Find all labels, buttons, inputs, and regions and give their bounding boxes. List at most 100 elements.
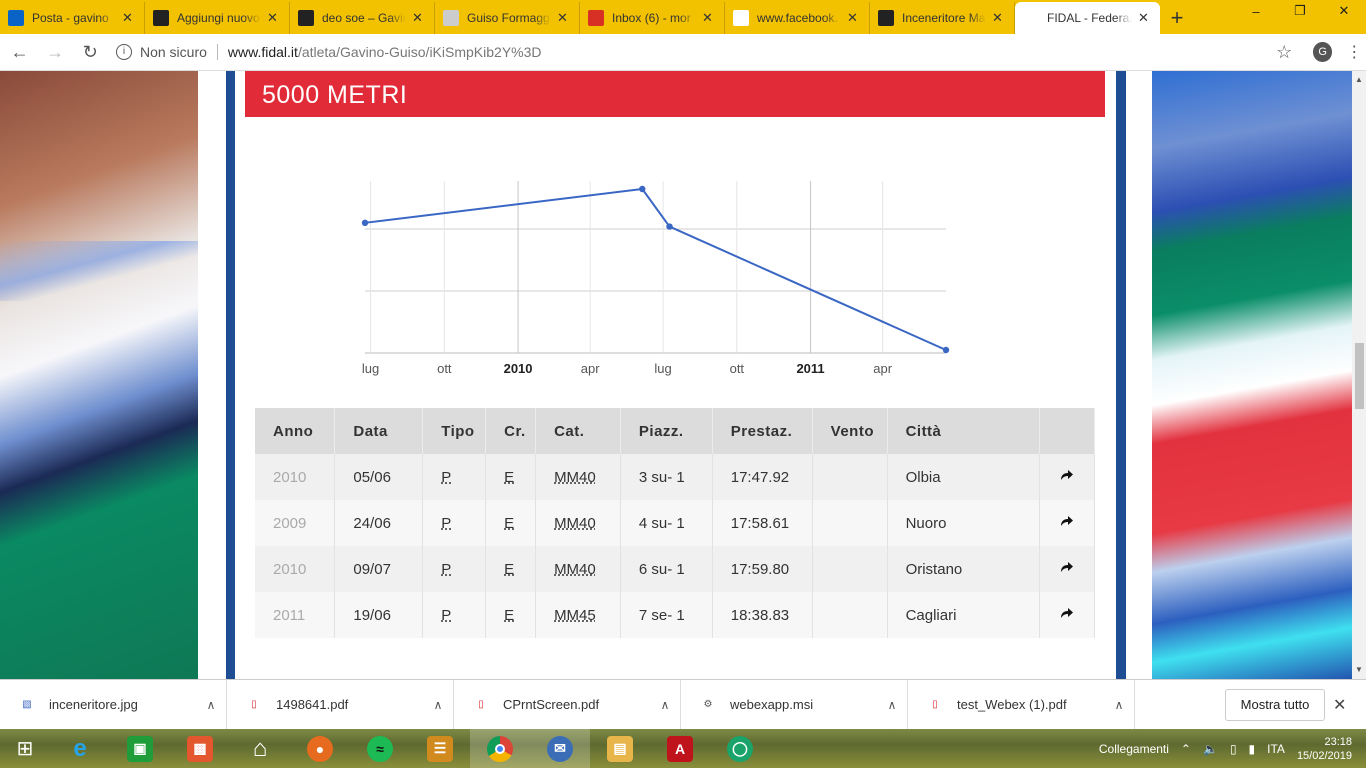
chevron-up-icon[interactable]: ∧ <box>877 698 907 712</box>
cell-tipo[interactable]: P <box>422 592 487 638</box>
cell-cat[interactable]: MM40 <box>535 454 621 500</box>
restore-icon[interactable]: ❐ <box>1278 0 1322 22</box>
cell-cat[interactable]: MM40 <box>535 546 621 592</box>
x-tick-label: ott <box>437 361 452 376</box>
close-downloads-icon[interactable]: ✕ <box>1333 695 1346 715</box>
data-point <box>639 185 646 193</box>
spotify-icon[interactable]: ≈ <box>350 729 410 768</box>
page-scrollbar[interactable]: ▲ ▼ <box>1352 71 1366 679</box>
download-item[interactable]: ▯ 1498641.pdf ∧ <box>227 679 454 730</box>
network-icon[interactable]: ▮ <box>1249 742 1256 756</box>
notes-icon[interactable]: ☰ <box>410 729 470 768</box>
address-path: /atleta/Gavino-Guiso/iKiSmpKib2Y%3D <box>297 44 542 60</box>
column-header: Città <box>887 408 1041 454</box>
browser-tab[interactable]: www.facebook. ✕ <box>725 2 870 34</box>
cell-cat[interactable]: MM45 <box>535 592 621 638</box>
tab-close-icon[interactable]: ✕ <box>1138 10 1152 26</box>
page-icon <box>733 10 749 26</box>
share-arrow-icon[interactable] <box>1039 500 1095 546</box>
tab-close-icon[interactable]: ✕ <box>122 10 136 26</box>
minimize-icon[interactable]: – <box>1234 0 1278 22</box>
reload-icon[interactable]: ↻ <box>75 36 106 68</box>
share-arrow-icon[interactable] <box>1039 592 1095 638</box>
scroll-up-icon[interactable]: ▲ <box>1355 75 1363 84</box>
cell-data: 09/07 <box>334 546 424 592</box>
cell-cr[interactable]: E <box>485 500 537 546</box>
cell-piazz: 3 su- 1 <box>620 454 713 500</box>
language-indicator[interactable]: ITA <box>1267 742 1285 756</box>
photos-icon[interactable]: ▩ <box>170 729 230 768</box>
cell-cr[interactable]: E <box>485 454 537 500</box>
chevron-up-icon[interactable]: ∧ <box>196 698 226 712</box>
wordpress-icon <box>298 10 314 26</box>
tab-title: Inceneritore Ma <box>902 11 986 25</box>
tab-close-icon[interactable]: ✕ <box>412 10 426 26</box>
acrobat-icon[interactable]: A <box>650 729 710 768</box>
chevron-up-icon[interactable]: ∧ <box>650 698 680 712</box>
share-arrow-icon[interactable] <box>1039 546 1095 592</box>
browser-menu-icon[interactable]: ⋮ <box>1342 42 1366 62</box>
close-window-icon[interactable]: ✕ <box>1322 0 1366 22</box>
performance-chart: lug ott 2010 apr lug ott 2011 apr <box>361 181 950 376</box>
cell-prestaz: 17:47.92 <box>712 454 813 500</box>
download-filename: webexapp.msi <box>730 697 814 712</box>
cell-cr[interactable]: E <box>485 592 537 638</box>
scrollbar-thumb[interactable] <box>1355 343 1364 409</box>
column-header: Anno <box>255 408 336 454</box>
home-icon[interactable]: ⌂ <box>230 729 290 768</box>
cell-tipo[interactable]: P <box>422 454 487 500</box>
cell-cr[interactable]: E <box>485 546 537 592</box>
image-file-icon: ▧ <box>22 699 32 710</box>
browser-tab[interactable]: Inceneritore Ma ✕ <box>870 2 1015 34</box>
browser-tab[interactable]: Guiso Formagg ✕ <box>435 2 580 34</box>
cell-cat[interactable]: MM40 <box>535 500 621 546</box>
download-filename: 1498641.pdf <box>276 697 349 712</box>
tray-label[interactable]: Collegamenti <box>1099 742 1169 756</box>
download-item[interactable]: ⚙ webexapp.msi ∧ <box>681 679 908 730</box>
windows-start-icon[interactable]: ⊞ <box>0 729 50 768</box>
chevron-up-icon[interactable]: ∧ <box>423 698 453 712</box>
ie-icon[interactable]: e <box>50 729 110 768</box>
file-explorer-icon[interactable]: ▤ <box>590 729 650 768</box>
cell-citta: Oristano <box>887 546 1041 592</box>
tab-close-icon[interactable]: ✕ <box>992 10 1006 26</box>
forward-icon[interactable]: → <box>39 36 70 68</box>
tab-close-icon[interactable]: ✕ <box>847 10 861 26</box>
share-arrow-icon[interactable] <box>1039 454 1095 500</box>
address-bar[interactable]: i Non sicuro www.fidal.it/atleta/Gavino-… <box>115 37 1270 67</box>
back-icon[interactable]: ← <box>4 36 35 68</box>
browser-tab[interactable]: Posta - gavino ✕ <box>0 2 145 34</box>
new-tab-icon[interactable]: + <box>1160 2 1194 34</box>
download-item[interactable]: ▯ CPrntScreen.pdf ∧ <box>454 679 681 730</box>
battery-icon[interactable]: ▯ <box>1230 742 1237 756</box>
table-row: 2010 05/06 P E MM40 3 su- 1 17:47.92 Olbia <box>255 454 1095 500</box>
tab-title: FIDAL - Federaz <box>1047 11 1132 25</box>
cell-tipo[interactable]: P <box>422 546 487 592</box>
browser-tab[interactable]: deo soe – Gavin ✕ <box>290 2 435 34</box>
download-item[interactable]: ▧ inceneritore.jpg ∧ <box>0 679 227 730</box>
browser-tab[interactable]: Aggiungi nuovo ✕ <box>145 2 290 34</box>
clock[interactable]: 23:18 15/02/2019 <box>1297 735 1352 763</box>
browser-tab[interactable]: Inbox (6) - mor ✕ <box>580 2 725 34</box>
volume-icon[interactable]: 🔈 <box>1203 742 1218 756</box>
x-tick-label: apr <box>873 361 892 376</box>
tab-close-icon[interactable]: ✕ <box>267 10 281 26</box>
tab-close-icon[interactable]: ✕ <box>702 10 716 26</box>
tab-close-icon[interactable]: ✕ <box>557 10 571 26</box>
profile-avatar[interactable]: G <box>1312 42 1333 62</box>
chrome-icon[interactable] <box>470 729 530 768</box>
column-header: Data <box>334 408 424 454</box>
tray-chevron-icon[interactable]: ⌃ <box>1181 742 1191 756</box>
bookmark-star-icon[interactable]: ☆ <box>1270 42 1299 63</box>
firefox-icon[interactable]: ● <box>290 729 350 768</box>
webex-icon[interactable]: ◯ <box>710 729 770 768</box>
chevron-up-icon[interactable]: ∧ <box>1104 698 1134 712</box>
scroll-down-icon[interactable]: ▼ <box>1355 665 1363 674</box>
info-icon[interactable]: i <box>115 44 132 60</box>
store-icon[interactable]: ▣ <box>110 729 170 768</box>
browser-tab[interactable]: FIDAL - Federaz ✕ <box>1015 2 1160 34</box>
download-item[interactable]: ▯ test_Webex (1).pdf ∧ <box>908 679 1135 730</box>
thunderbird-icon[interactable]: ✉ <box>530 729 590 768</box>
cell-tipo[interactable]: P <box>422 500 487 546</box>
show-all-button[interactable]: Mostra tutto <box>1225 688 1325 721</box>
